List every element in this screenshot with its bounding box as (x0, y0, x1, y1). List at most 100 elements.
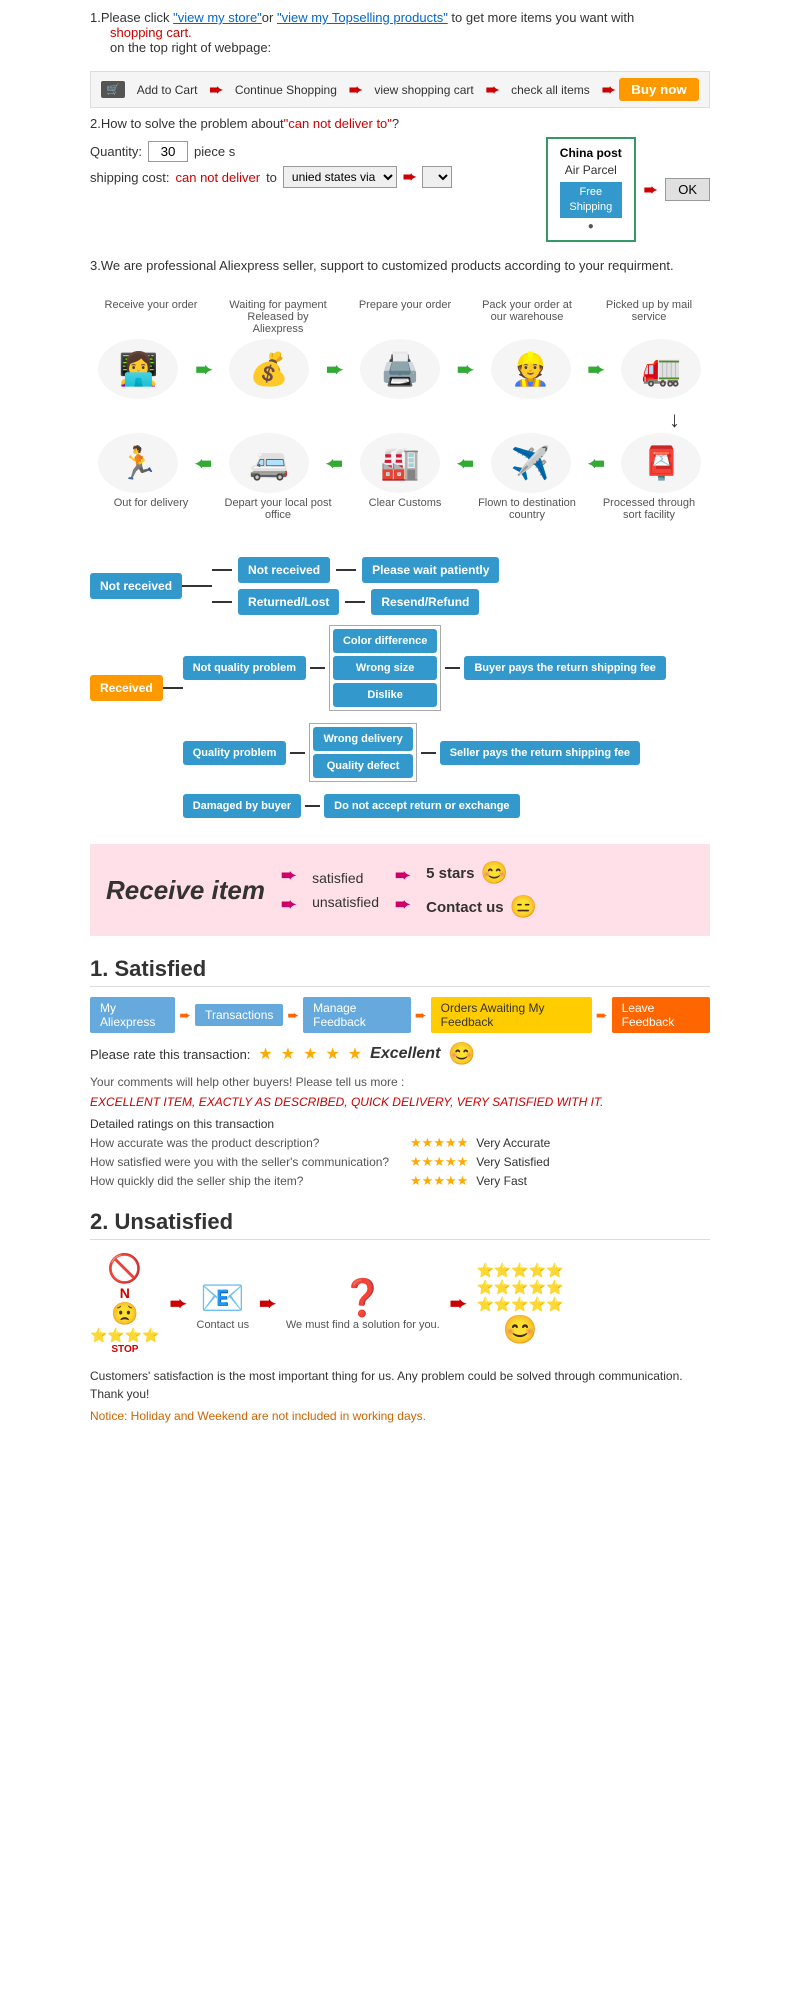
star-5: ★ (348, 1044, 362, 1064)
proc-arrow-3: ➨ (457, 357, 474, 382)
rating-value-2: Very Satisfied (476, 1155, 549, 1169)
not-received-tree: Not received Not received Please wait pa… (90, 547, 710, 828)
ratings-title: Detailed ratings on this transaction (90, 1117, 710, 1131)
fb-arrow-1: ➨ (179, 1007, 191, 1024)
quantity-label: Quantity: (90, 144, 142, 159)
cart-steps-bar: 🛒 Add to Cart ➨ Continue Shopping ➨ view… (90, 71, 710, 108)
not-received-b1-result: Please wait patiently (362, 557, 499, 583)
fb-step-1: My Aliexpress (90, 997, 175, 1033)
contact-us-result: Contact us (426, 899, 504, 916)
proc-icon-7: 🚐 (229, 433, 309, 493)
proc-label-6: Out for delivery (101, 497, 201, 521)
step2-title: 2.How to solve the problem about"can not… (90, 116, 710, 131)
proc-icon-1: 👩‍💻 (98, 339, 178, 399)
unsat-icon-4: ⭐⭐⭐⭐⭐ ⭐⭐⭐⭐⭐ ⭐⭐⭐⭐⭐ 😊 (477, 1262, 564, 1346)
cart-step-add: Add to Cart (129, 80, 206, 100)
star-1: ★ (258, 1044, 272, 1064)
fb-step-3: Manage Feedback (303, 997, 411, 1033)
proc-icon-4: 👷 (491, 339, 571, 399)
shipping-select[interactable]: unied states via (283, 166, 397, 188)
unsatisfied-section: 2. Unsatisfied 🚫 N 😟 ⭐⭐⭐⭐ STOP ➨ 📧 Conta… (90, 1209, 710, 1423)
to-text: to (266, 170, 277, 185)
ok-button[interactable]: OK (665, 178, 710, 201)
unsat-arrow-2: ➨ (259, 1291, 276, 1316)
excellent-emoji: 😊 (448, 1041, 475, 1067)
arrow-result-1: ➨ (395, 865, 410, 886)
fb-arrow-3: ➨ (415, 1007, 427, 1024)
not-received-b2-label: Returned/Lost (238, 589, 339, 615)
step1-text: 1.Please click "view my store"or "view m… (90, 10, 710, 25)
rating-label-3: How quickly did the seller ship the item… (90, 1174, 410, 1188)
not-received-branch-2: Returned/Lost Resend/Refund (212, 589, 499, 615)
process-flow-section: Receive your order Waiting for payment R… (90, 289, 710, 531)
fb-step-2: Transactions (195, 1004, 283, 1026)
proc-icon-9: ✈️ (491, 433, 571, 493)
rating-value-3: Very Fast (476, 1174, 527, 1188)
proc-label-1: Receive your order (101, 299, 201, 335)
proc-label-5: Picked up by mail service (599, 299, 699, 335)
received-b2: Quality problem Wrong delivery Quality d… (183, 723, 666, 782)
sat-arrows: ➨ ➨ (281, 865, 296, 915)
excellent-text: Excellent (370, 1045, 440, 1063)
cart-step-continue: Continue Shopping (227, 80, 345, 100)
shipping-method-select[interactable] (422, 166, 452, 188)
shipping-controls: Quantity: piece s shipping cost: can not… (90, 137, 526, 192)
step3-text: 3.We are professional Aliexpress seller,… (90, 258, 710, 273)
arrow-sat-2: ➨ (281, 894, 296, 915)
unsat-icon-1: 🚫 N 😟 ⭐⭐⭐⭐ STOP (90, 1252, 160, 1355)
quantity-row: Quantity: piece s (90, 141, 526, 162)
received-main: Received (90, 675, 163, 701)
arrow-1: ➨ (209, 80, 222, 100)
contact-us-unsat: Contact us (197, 1319, 250, 1331)
section-3: 3.We are professional Aliexpress seller,… (90, 258, 710, 273)
feedback-steps-bar: My Aliexpress ➨ Transactions ➨ Manage Fe… (90, 997, 710, 1033)
find-solution-text: We must find a solution for you. (286, 1319, 440, 1331)
buy-now-button[interactable]: Buy now (619, 78, 699, 101)
quality-subs: Wrong delivery Quality defect (309, 723, 416, 782)
view-store-link[interactable]: "view my store" (173, 10, 262, 25)
star-2: ★ (281, 1044, 295, 1064)
neutral-emoji: 😑 (510, 894, 537, 920)
arrow-3: ➨ (486, 80, 499, 100)
unsat-icon-2: 📧 Contact us (197, 1277, 250, 1331)
quantity-input[interactable] (148, 141, 188, 162)
proc-icon-5: 🚛 (621, 339, 701, 399)
circle-mark: ● (560, 220, 622, 234)
arrow-2: ➨ (349, 80, 362, 100)
unsatisfied-title: 2. Unsatisfied (90, 1209, 710, 1240)
china-post-area: China post Air Parcel Free Shipping ● ➨ … (546, 137, 710, 242)
sub-dislike: Dislike (333, 683, 437, 707)
cart-icon: 🛒 (101, 81, 125, 98)
shipping-label: shipping cost: (90, 170, 170, 185)
shipping-row: shipping cost: can not deliver to unied … (90, 166, 526, 188)
receive-item-title: Receive item (106, 875, 265, 906)
view-topselling-link[interactable]: "view my Topselling products" (277, 10, 448, 25)
proc-icon-10: 📮 (621, 433, 701, 493)
proc-arrow-6: ➨ (326, 451, 343, 476)
proc-label-2: Waiting for payment Released by Aliexpre… (223, 299, 333, 335)
unsat-arrow-3: ➨ (450, 1291, 467, 1316)
fb-arrow-4: ➨ (596, 1007, 608, 1024)
section-1: 1.Please click "view my store"or "view m… (90, 10, 710, 55)
not-received-main: Not received (90, 573, 182, 599)
proc-arrow-5: ➨ (195, 451, 212, 476)
arrow-sat-1: ➨ (281, 865, 296, 886)
rating-row-2: How satisfied were you with the seller's… (90, 1154, 710, 1170)
not-received-row-1: Not received Not received Please wait pa… (90, 557, 710, 615)
receive-item-section: Receive item ➨ ➨ satisfied unsatisfied ➨… (90, 844, 710, 936)
unsat-icon-3: ❓ We must find a solution for you. (286, 1277, 440, 1331)
received-row: Received Not quality problem Color diffe… (90, 625, 710, 818)
cannot-deliver-text: can not deliver (176, 170, 261, 185)
proc-arrow-4: ➨ (588, 357, 605, 382)
quality-label: Quality problem (183, 741, 287, 765)
proc-icon-8: 🏭 (360, 433, 440, 493)
section-2: 2.How to solve the problem about"can not… (90, 116, 710, 242)
unsat-arrow-1: ➨ (170, 1291, 187, 1316)
satisfied-title: 1. Satisfied (90, 956, 710, 987)
down-arrow: ↓ (90, 407, 710, 433)
sub-size: Wrong size (333, 656, 437, 680)
free-shipping-box: Free Shipping (560, 182, 622, 219)
star-3: ★ (303, 1044, 317, 1064)
arrow-ship: ➨ (403, 167, 416, 187)
proc-label-4: Pack your order at our warehouse (477, 299, 577, 335)
